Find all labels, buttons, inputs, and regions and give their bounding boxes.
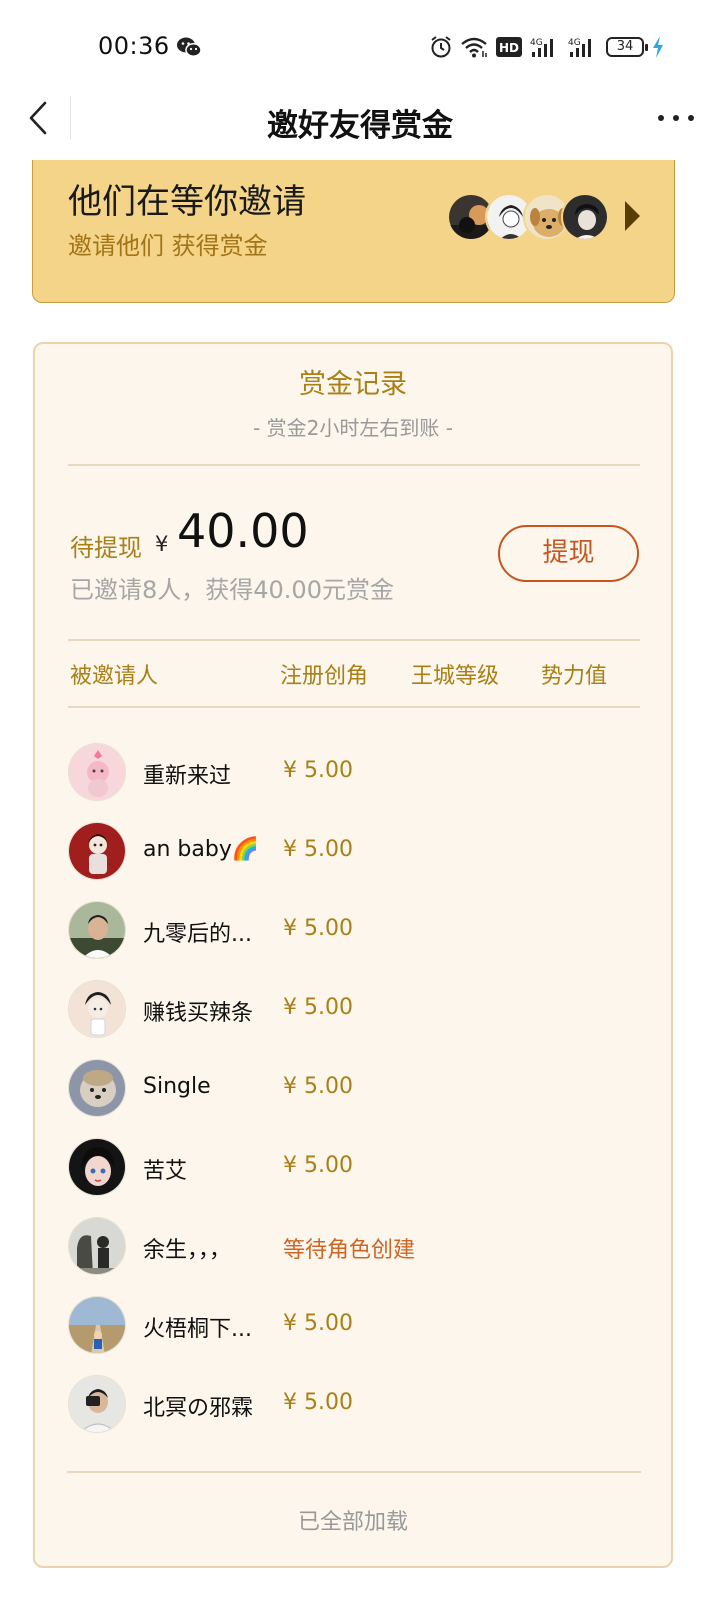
avatar <box>68 1375 126 1433</box>
column-header: 王城等级 <box>411 664 500 689</box>
pending-label: 待提现 <box>70 534 142 562</box>
column-header: 势力值 <box>541 664 608 689</box>
status-icons: HD 4G 4G 34 <box>430 33 664 61</box>
more-dots-icon <box>658 115 664 121</box>
signal-4g-icon: 4G <box>530 36 560 58</box>
friend-avatars <box>447 193 617 241</box>
invitee-reward: ¥ 5.00 <box>283 1074 353 1099</box>
invite-title: 他们在等你邀请 <box>68 182 306 222</box>
charging-icon <box>652 36 664 58</box>
avatar <box>68 1059 126 1117</box>
column-header: 注册创角 <box>280 664 369 689</box>
avatar <box>68 980 126 1038</box>
invitee-reward: ¥ 5.00 <box>283 1153 353 1178</box>
invitee-reward: ¥ 5.00 <box>283 1311 353 1336</box>
alarm-icon <box>430 35 452 59</box>
more-dot <box>673 115 679 121</box>
svg-text:HD: HD <box>499 41 519 55</box>
invitee-reward: ¥ 5.00 <box>283 916 353 941</box>
invitee-list: 重新来过 ¥ 5.00 an baby🌈 ¥ 5.00 九零后的... ¥ 5.… <box>68 738 648 1449</box>
invitee-name: Single <box>143 1074 211 1099</box>
avatar <box>68 901 126 959</box>
list-end-text: 已全部加载 <box>297 1510 408 1535</box>
pending-amount: 40.00 <box>177 504 309 558</box>
wechat-icon <box>176 36 202 58</box>
signal-4g-icon: 4G <box>568 36 598 58</box>
arrow-right-icon[interactable] <box>625 201 640 231</box>
reward-record-card: 赏金记录 - 赏金2小时左右到账 - 待提现 ¥ 40.00 已邀请8人，获得4… <box>33 342 673 1568</box>
battery-icon: 34 <box>606 37 648 57</box>
column-header: 被邀请人 <box>70 664 159 689</box>
invited-summary: 已邀请8人，获得40.00元赏金 <box>70 576 394 604</box>
list-item: 九零后的... ¥ 5.00 <box>68 896 648 975</box>
list-item: 火梧桐下... ¥ 5.00 <box>68 1291 648 1370</box>
invitee-reward: ¥ 5.00 <box>283 995 353 1020</box>
invitee-name: 重新来过 <box>143 764 232 789</box>
invitee-name: 九零后的... <box>143 922 252 947</box>
invitee-reward: 等待角色创建 <box>283 1238 416 1263</box>
invitee-name: 北冥の邪霖 <box>143 1396 254 1421</box>
avatar <box>68 1217 126 1275</box>
list-item: Single ¥ 5.00 <box>68 1054 648 1133</box>
status-time: 00:36 <box>98 32 170 60</box>
invite-banner[interactable]: 他们在等你邀请 邀请他们 获得赏金 <box>32 160 675 303</box>
avatar <box>561 193 609 241</box>
list-item: 余生，，， 等待角色创建 <box>68 1212 648 1291</box>
invitee-name: 余生，，， <box>143 1238 232 1263</box>
invitee-reward: ¥ 5.00 <box>283 1390 353 1415</box>
invitee-reward: ¥ 5.00 <box>283 837 353 862</box>
avatar <box>68 1296 126 1354</box>
more-dot <box>688 115 694 121</box>
card-title: 赏金记录 <box>299 369 407 400</box>
hd-icon: HD <box>496 37 522 57</box>
list-item: 重新来过 ¥ 5.00 <box>68 738 648 817</box>
card-subtitle: - 赏金2小时左右到账 - <box>253 416 453 440</box>
svg-text:4G: 4G <box>530 38 543 48</box>
withdraw-button[interactable]: 提现 <box>498 525 639 582</box>
nav-bar: 邀好友得赏金 <box>0 92 720 160</box>
invite-subtitle: 邀请他们 获得赏金 <box>68 232 268 260</box>
avatar <box>68 743 126 801</box>
divider <box>68 706 640 708</box>
invitee-reward: ¥ 5.00 <box>283 758 353 783</box>
currency-sign: ¥ <box>155 532 169 556</box>
more-button[interactable] <box>658 108 694 128</box>
status-bar: 00:36 HD 4G 4G 34 <box>0 0 720 92</box>
table-header: 被邀请人 注册创角 王城等级 势力值 <box>35 656 675 692</box>
avatar <box>68 822 126 880</box>
divider <box>68 464 640 466</box>
list-item: 赚钱买辣条 ¥ 5.00 <box>68 975 648 1054</box>
invitee-name: an baby🌈 <box>143 837 260 862</box>
list-item: 北冥の邪霖 ¥ 5.00 <box>68 1370 648 1449</box>
wifi-icon <box>460 36 488 58</box>
divider <box>68 639 640 641</box>
list-item: an baby🌈 ¥ 5.00 <box>68 817 648 896</box>
invitee-name: 苦艾 <box>143 1159 188 1184</box>
list-item: 苦艾 ¥ 5.00 <box>68 1133 648 1212</box>
svg-text:4G: 4G <box>568 38 581 48</box>
invitee-name: 赚钱买辣条 <box>143 1001 254 1026</box>
divider <box>67 1471 641 1473</box>
avatar <box>68 1138 126 1196</box>
invitee-name: 火梧桐下... <box>143 1317 252 1342</box>
page-title: 邀好友得赏金 <box>267 108 453 144</box>
